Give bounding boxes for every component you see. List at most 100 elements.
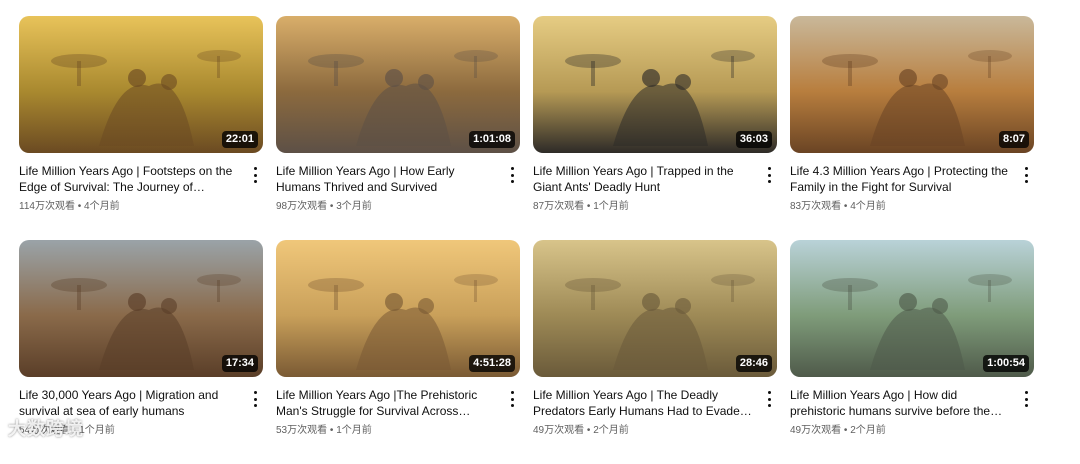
- video-stats: 53万次观看 • 1个月前: [276, 424, 498, 438]
- view-count: 87万次观看: [533, 201, 585, 212]
- video-details: Life 4.3 Million Years Ago | Protecting …: [790, 153, 1034, 214]
- video-stats: 87万次观看 • 1个月前: [533, 200, 755, 214]
- video-card[interactable]: 22:01 Life Million Years Ago | Footsteps …: [19, 16, 263, 240]
- duration-badge: 28:46: [735, 355, 772, 372]
- video-thumbnail[interactable]: 8:07: [790, 16, 1034, 153]
- view-count: 53万次观看: [276, 425, 328, 436]
- stats-separator: •: [841, 201, 851, 212]
- stats-separator: •: [841, 425, 851, 436]
- video-card[interactable]: 28:46 Life Million Years Ago | The Deadly…: [533, 240, 777, 464]
- more-options-dot: [253, 404, 257, 407]
- more-options-dot: [510, 180, 514, 183]
- video-stats: 83万次观看 • 4个月前: [790, 200, 1012, 214]
- video-stats: 49万次观看 • 2个月前: [533, 424, 755, 438]
- video-thumbnail[interactable]: 1:01:08: [276, 16, 520, 153]
- more-options-icon[interactable]: [1022, 167, 1030, 183]
- more-options-icon[interactable]: [765, 391, 773, 407]
- stats-separator: •: [327, 201, 337, 212]
- more-options-dot: [253, 180, 257, 183]
- video-details: Life Million Years Ago | Trapped in the …: [533, 153, 777, 214]
- video-details: Life Million Years Ago |The Prehistoric …: [276, 377, 520, 438]
- more-options-icon[interactable]: [765, 167, 773, 183]
- more-options-dot: [1024, 173, 1028, 177]
- video-title[interactable]: Life Million Years Ago |The Prehistoric …: [276, 387, 498, 419]
- video-details: Life Million Years Ago | How did prehist…: [790, 377, 1034, 438]
- video-thumbnail[interactable]: 22:01: [19, 16, 263, 153]
- duration-badge: 1:00:54: [983, 355, 1029, 372]
- more-options-dot: [767, 404, 771, 407]
- view-count: 49万次观看: [533, 425, 585, 436]
- video-details: Life Million Years Ago | The Deadly Pred…: [533, 377, 777, 438]
- view-count: 49万次观看: [790, 425, 842, 436]
- duration-badge: 22:01: [221, 131, 258, 148]
- video-card[interactable]: 4:51:28 Life Million Years Ago |The Prehi…: [276, 240, 520, 464]
- duration-badge: 36:03: [735, 131, 772, 148]
- video-title[interactable]: Life 4.3 Million Years Ago | Protecting …: [790, 163, 1012, 195]
- video-card[interactable]: 1:01:08 Life Million Years Ago | How Earl…: [276, 16, 520, 240]
- more-options-dot: [510, 404, 514, 407]
- more-options-icon[interactable]: [508, 391, 516, 407]
- more-options-dot: [767, 391, 771, 394]
- more-options-dot: [1024, 167, 1028, 170]
- more-options-icon[interactable]: [251, 391, 259, 407]
- more-options-dot: [253, 397, 257, 401]
- video-title[interactable]: Life Million Years Ago | The Deadly Pred…: [533, 387, 755, 419]
- more-options-icon[interactable]: [1022, 391, 1030, 407]
- video-thumbnail[interactable]: 1:00:54: [790, 240, 1034, 377]
- duration-badge: 17:34: [221, 355, 258, 372]
- more-options-dot: [510, 397, 514, 401]
- more-options-dot: [767, 180, 771, 183]
- duration-badge: 4:51:28: [469, 355, 515, 372]
- video-details: Life Million Years Ago | Footsteps on th…: [19, 153, 263, 214]
- watermark-logo: 大数跨境: [8, 419, 84, 439]
- more-options-dot: [510, 167, 514, 170]
- more-options-dot: [1024, 391, 1028, 394]
- more-options-dot: [767, 173, 771, 177]
- more-options-dot: [253, 173, 257, 177]
- video-thumbnail[interactable]: 4:51:28: [276, 240, 520, 377]
- upload-age: 4个月前: [850, 201, 886, 212]
- duration-badge: 1:01:08: [469, 131, 515, 148]
- more-options-dot: [1024, 404, 1028, 407]
- more-options-dot: [1024, 397, 1028, 401]
- upload-age: 1个月前: [79, 425, 115, 436]
- video-title[interactable]: Life Million Years Ago | Footsteps on th…: [19, 163, 241, 195]
- more-options-dot: [253, 167, 257, 170]
- video-card[interactable]: 36:03 Life Million Years Ago | Trapped in…: [533, 16, 777, 240]
- video-card[interactable]: 1:00:54 Life Million Years Ago | How did …: [790, 240, 1034, 464]
- video-title[interactable]: Life Million Years Ago | How did prehist…: [790, 387, 1012, 419]
- more-options-dot: [767, 397, 771, 401]
- video-stats: 114万次观看 • 4个月前: [19, 200, 241, 214]
- upload-age: 1个月前: [593, 201, 629, 212]
- more-options-dot: [1024, 180, 1028, 183]
- more-options-dot: [767, 167, 771, 170]
- video-thumbnail[interactable]: 36:03: [533, 16, 777, 153]
- more-options-dot: [510, 173, 514, 177]
- view-count: 98万次观看: [276, 201, 328, 212]
- more-options-dot: [510, 391, 514, 394]
- video-stats: 49万次观看 • 2个月前: [790, 424, 1012, 438]
- upload-age: 3个月前: [336, 201, 372, 212]
- view-count: 114万次观看: [19, 201, 75, 212]
- more-options-dot: [253, 391, 257, 394]
- upload-age: 1个月前: [336, 425, 372, 436]
- stats-separator: •: [584, 201, 594, 212]
- more-options-icon[interactable]: [508, 167, 516, 183]
- video-title[interactable]: Life Million Years Ago | Trapped in the …: [533, 163, 755, 195]
- stats-separator: •: [327, 425, 337, 436]
- upload-age: 4个月前: [84, 201, 120, 212]
- video-thumbnail[interactable]: 17:34: [19, 240, 263, 377]
- upload-age: 2个月前: [850, 425, 886, 436]
- duration-badge: 8:07: [998, 131, 1029, 148]
- more-options-icon[interactable]: [251, 167, 259, 183]
- thumbnail-illustration: [790, 16, 1034, 153]
- video-stats: 98万次观看 • 3个月前: [276, 200, 498, 214]
- video-details: Life Million Years Ago | How Early Human…: [276, 153, 520, 214]
- stats-separator: •: [74, 201, 85, 212]
- video-title[interactable]: Life Million Years Ago | How Early Human…: [276, 163, 498, 195]
- video-grid: 22:01 Life Million Years Ago | Footsteps …: [19, 16, 1034, 464]
- stats-separator: •: [584, 425, 594, 436]
- video-thumbnail[interactable]: 28:46: [533, 240, 777, 377]
- view-count: 83万次观看: [790, 201, 842, 212]
- video-card[interactable]: 8:07 Life 4.3 Million Years Ago | Protect…: [790, 16, 1034, 240]
